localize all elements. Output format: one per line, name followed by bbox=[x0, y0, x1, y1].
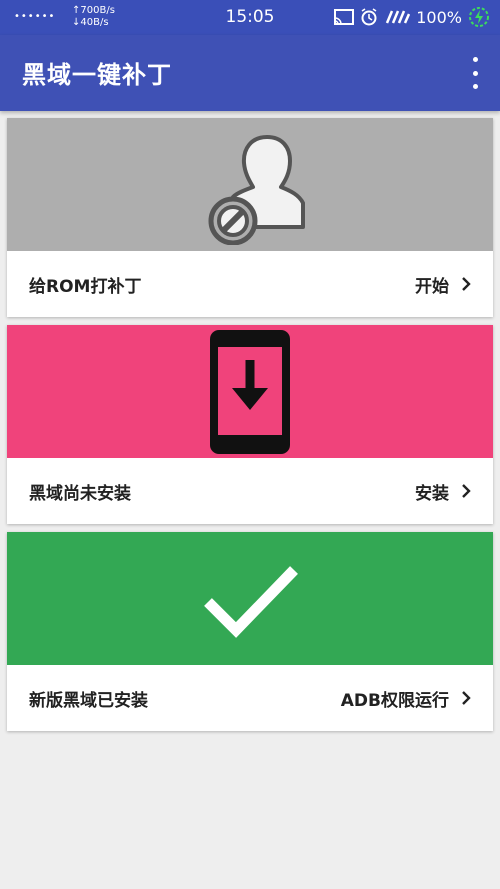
card-hero-installed bbox=[7, 532, 493, 665]
install-button[interactable]: 安装 bbox=[415, 479, 471, 504]
patch-rom-label: 给ROM打补丁 bbox=[29, 276, 142, 297]
cast-icon bbox=[334, 9, 355, 25]
not-installed-row[interactable]: 黑域尚未安装 安装 bbox=[7, 458, 493, 524]
phone-download-icon bbox=[210, 330, 290, 454]
card-installed: 新版黑域已安装 ADB权限运行 bbox=[7, 532, 493, 731]
start-button[interactable]: 开始 bbox=[415, 272, 471, 297]
card-hero-patch bbox=[7, 118, 493, 251]
card-hero-install bbox=[7, 325, 493, 458]
status-bar: •••••• ↑700B/s ↓40B/s 15:05 100% bbox=[0, 0, 500, 35]
overflow-menu-icon[interactable] bbox=[468, 57, 482, 89]
blocked-user-icon bbox=[208, 135, 305, 245]
chevron-right-icon bbox=[462, 484, 471, 498]
chevron-right-icon bbox=[462, 691, 471, 705]
not-installed-label: 黑域尚未安装 bbox=[29, 483, 131, 504]
adb-run-button-label: ADB权限运行 bbox=[340, 690, 449, 711]
app-title: 黑域一键补丁 bbox=[22, 61, 172, 89]
alarm-icon bbox=[361, 8, 377, 26]
start-button-label: 开始 bbox=[415, 276, 449, 297]
battery-percent: 100% bbox=[416, 7, 462, 27]
install-button-label: 安装 bbox=[415, 483, 449, 504]
wifi-slashes-icon bbox=[386, 10, 411, 24]
app-bar: 黑域一键补丁 bbox=[0, 35, 500, 111]
patch-rom-row[interactable]: 给ROM打补丁 开始 bbox=[7, 251, 493, 317]
checkmark-icon bbox=[204, 566, 298, 638]
adb-run-button[interactable]: ADB权限运行 bbox=[341, 686, 471, 711]
installed-row[interactable]: 新版黑域已安装 ADB权限运行 bbox=[7, 665, 493, 731]
card-patch-rom: 给ROM打补丁 开始 bbox=[7, 118, 493, 317]
card-not-installed: 黑域尚未安装 安装 bbox=[7, 325, 493, 524]
chevron-right-icon bbox=[462, 277, 471, 291]
charging-icon bbox=[469, 7, 489, 27]
installed-label: 新版黑域已安装 bbox=[29, 690, 148, 711]
status-icons: 100% bbox=[334, 6, 490, 28]
